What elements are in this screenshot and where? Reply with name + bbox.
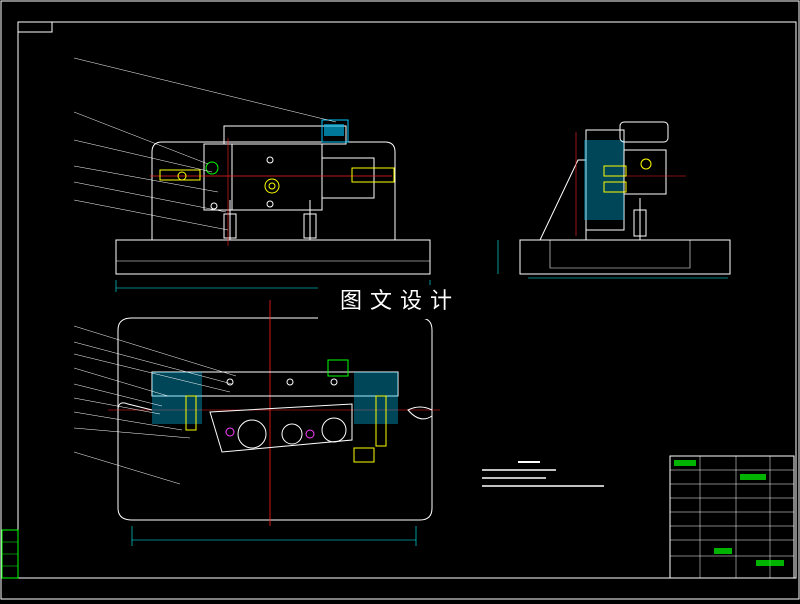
front-body-outline [151,141,396,240]
title-block [669,455,795,579]
front-base-plate [115,239,431,275]
front-view [73,57,431,292]
plan-view [73,300,440,546]
cad-drawing: 图文设计 [0,0,800,600]
technical-notes [482,461,604,487]
watermark-text: 图文设计 [318,285,482,319]
side-base-plate [519,239,731,275]
side-view [497,121,731,279]
corner-tag-box [17,21,53,33]
